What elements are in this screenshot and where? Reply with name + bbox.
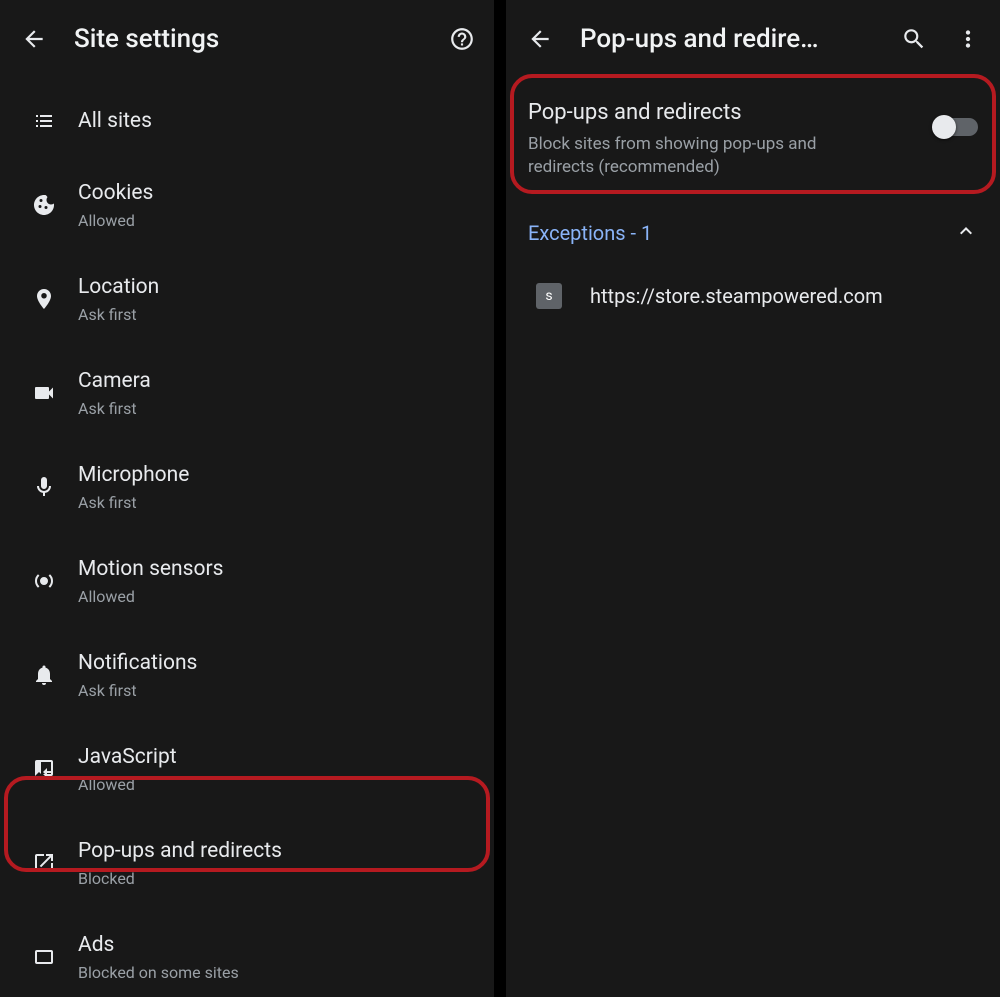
- row-label: All sites: [78, 108, 476, 134]
- popups-pane: Pop-ups and redire… Pop-ups and redirect…: [506, 0, 1000, 997]
- switch-knob: [932, 115, 956, 139]
- arrow-left-icon: [527, 26, 553, 52]
- chevron-up-icon: [954, 219, 978, 243]
- popup-icon: [32, 851, 56, 875]
- row-label: Camera: [78, 368, 476, 394]
- row-motion[interactable]: Motion sensors Allowed: [0, 534, 494, 628]
- row-label: JavaScript: [78, 744, 476, 770]
- motion-icon: [32, 569, 56, 593]
- appbar-left: Site settings: [0, 0, 494, 78]
- row-cookies[interactable]: Cookies Allowed: [0, 158, 494, 252]
- row-status: Allowed: [78, 587, 476, 606]
- page-title-left: Site settings: [74, 24, 436, 54]
- exception-item[interactable]: s https://store.steampowered.com: [506, 265, 1000, 327]
- row-microphone[interactable]: Microphone Ask first: [0, 440, 494, 534]
- row-status: Ask first: [78, 681, 476, 700]
- row-camera[interactable]: Camera Ask first: [0, 346, 494, 440]
- cookie-icon: [32, 193, 56, 217]
- row-status: Allowed: [78, 775, 476, 794]
- row-label: Cookies: [78, 180, 476, 206]
- row-location[interactable]: Location Ask first: [0, 252, 494, 346]
- search-button[interactable]: [896, 21, 932, 57]
- row-status: Ask first: [78, 399, 476, 418]
- popups-toggle-row[interactable]: Pop-ups and redirects Block sites from s…: [506, 78, 1000, 201]
- list-icon: [32, 109, 56, 133]
- row-status: Ask first: [78, 493, 476, 512]
- row-label: Location: [78, 274, 476, 300]
- row-ads[interactable]: Ads Blocked on some sites: [0, 910, 494, 997]
- arrow-left-icon: [21, 26, 47, 52]
- row-notifications[interactable]: Notifications Ask first: [0, 628, 494, 722]
- row-label: Notifications: [78, 650, 476, 676]
- pane-divider: [494, 0, 506, 997]
- camera-icon: [32, 381, 56, 405]
- mic-icon: [32, 475, 56, 499]
- page-title-right: Pop-ups and redire…: [580, 24, 888, 54]
- location-icon: [32, 287, 56, 311]
- ads-icon: [32, 945, 56, 969]
- more-button[interactable]: [950, 21, 986, 57]
- appbar-right: Pop-ups and redire…: [506, 0, 1000, 78]
- row-status: Ask first: [78, 305, 476, 324]
- help-icon: [449, 26, 475, 52]
- bell-icon: [32, 663, 56, 687]
- site-settings-pane: Site settings All sites Cookies Allowed L…: [0, 0, 494, 997]
- row-label: Motion sensors: [78, 556, 476, 582]
- row-status: Blocked on some sites: [78, 963, 476, 982]
- row-popups[interactable]: Pop-ups and redirects Blocked: [0, 816, 494, 910]
- settings-list: All sites Cookies Allowed Location Ask fir…: [0, 78, 494, 997]
- row-status: Allowed: [78, 211, 476, 230]
- js-icon: [32, 757, 56, 781]
- row-label: Ads: [78, 932, 476, 958]
- exceptions-header[interactable]: Exceptions - 1: [506, 201, 1000, 265]
- site-favicon: s: [536, 283, 562, 309]
- back-button[interactable]: [14, 19, 54, 59]
- toggle-title: Pop-ups and redirects: [528, 100, 934, 125]
- popups-switch[interactable]: [934, 118, 978, 136]
- more-vert-icon: [955, 26, 981, 52]
- row-status: Blocked: [78, 869, 476, 888]
- exception-url: https://store.steampowered.com: [590, 284, 883, 308]
- exceptions-header-text: Exceptions - 1: [528, 221, 652, 245]
- search-icon: [901, 26, 927, 52]
- row-javascript[interactable]: JavaScript Allowed: [0, 722, 494, 816]
- back-button[interactable]: [520, 19, 560, 59]
- help-button[interactable]: [444, 21, 480, 57]
- row-label: Pop-ups and redirects: [78, 838, 476, 864]
- row-label: Microphone: [78, 462, 476, 488]
- row-all-sites[interactable]: All sites: [0, 84, 494, 158]
- toggle-subtitle: Block sites from showing pop-ups and red…: [528, 133, 858, 179]
